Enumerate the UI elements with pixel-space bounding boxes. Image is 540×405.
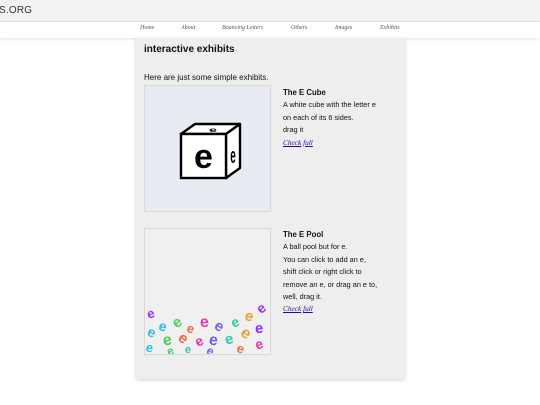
e-cube-description: The E Cube A white cube with the letter … xyxy=(283,87,399,149)
pool-e-letter[interactable]: e xyxy=(223,330,235,349)
cube-top-letter: e xyxy=(209,127,217,134)
pool-e-letter[interactable]: e xyxy=(254,320,264,338)
pool-e-letter[interactable]: e xyxy=(252,335,265,353)
pool-e-letter[interactable]: e xyxy=(185,345,191,355)
nav-images[interactable]: Images xyxy=(335,25,352,31)
e-pool-line: You can click to add an e, xyxy=(283,254,366,264)
e-cube-thumbnail[interactable]: e e e xyxy=(144,85,271,212)
e-cube-links: Check full xyxy=(283,137,399,149)
e-pool-title: The E Pool xyxy=(283,230,324,239)
e-cube-title: The E Cube xyxy=(283,88,326,97)
e-cube-line: on each of its 6 sides. xyxy=(283,112,354,122)
top-bar: S.ORG xyxy=(0,0,540,22)
e-cube-full-link[interactable]: full xyxy=(303,138,313,147)
e-cube-line: drag it xyxy=(283,125,304,135)
e-pool-line: A ball pool but for e. xyxy=(283,242,348,252)
nav-others[interactable]: Others xyxy=(291,25,307,31)
e-pool-check-link[interactable]: Check xyxy=(283,304,301,313)
e-cube-icon: e e e xyxy=(179,122,242,180)
e-pool-thumbnail[interactable]: eeeeeeeeeeeeeeeeeeeeeee xyxy=(144,228,271,355)
e-cube-check-link[interactable]: Check xyxy=(283,138,301,147)
nav-exhibits[interactable]: Exhibits xyxy=(380,25,400,31)
e-pool-links: Check full xyxy=(283,303,399,315)
pool-e-letter[interactable]: e xyxy=(169,313,186,332)
cube-side-letter: e xyxy=(230,144,236,169)
pool-e-letter[interactable]: e xyxy=(253,299,269,316)
cube-front-letter: e xyxy=(194,138,213,176)
pool-e-letter[interactable]: e xyxy=(228,313,242,331)
e-pool-line: shift click or right click to xyxy=(283,267,362,277)
pool-e-letter[interactable]: e xyxy=(164,343,176,354)
e-pool-full-link[interactable]: full xyxy=(303,304,313,313)
site-title[interactable]: S.ORG xyxy=(0,5,32,16)
pool-e-letter[interactable]: e xyxy=(145,305,157,322)
e-pool-description: The E Pool A ball pool but for e. You ca… xyxy=(283,229,399,316)
e-pool-line: remove an e, or drag an e to, xyxy=(283,279,378,289)
pool-e-letter[interactable]: e xyxy=(235,340,246,354)
intro-text: Here are just some simple exhibits. xyxy=(144,73,269,82)
nav-about[interactable]: About xyxy=(181,25,195,31)
e-cube-line: A white cube with the letter e xyxy=(283,100,376,110)
e-pool-line: well, drag it. xyxy=(283,292,322,302)
content-panel: interactive exhibits Here are just some … xyxy=(136,38,405,379)
pool-e-letter[interactable]: e xyxy=(199,314,209,332)
pool-e-letter[interactable]: e xyxy=(145,339,154,354)
nav-bouncing-letters[interactable]: Bouncing Letters xyxy=(222,25,263,31)
nav-home[interactable]: Home xyxy=(140,25,154,31)
pool-e-letter[interactable]: e xyxy=(192,332,207,350)
nav-bar: Home About Bouncing Letters Others Image… xyxy=(0,22,540,38)
page-title: interactive exhibits xyxy=(144,44,235,55)
